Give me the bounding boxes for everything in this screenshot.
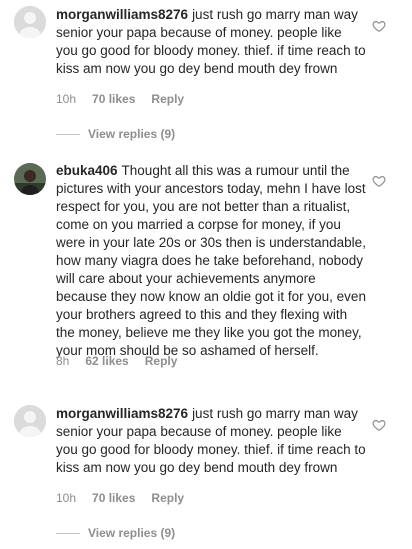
heart-outline-icon[interactable]	[372, 19, 386, 33]
reply-button[interactable]: Reply	[151, 92, 184, 106]
view-replies-label: View replies (9)	[88, 526, 176, 540]
reply-button[interactable]: Reply	[151, 491, 184, 505]
comment-body: Thought all this was a rumour until the …	[56, 163, 366, 358]
view-replies-button[interactable]: View replies (9)	[56, 526, 175, 540]
comment-meta: 8h 62 likes Reply	[56, 354, 177, 368]
avatar[interactable]	[14, 6, 46, 38]
comment-text: ebuka406 Thought all this was a rumour un…	[56, 162, 366, 360]
view-replies-label: View replies (9)	[88, 127, 176, 141]
heart-outline-icon[interactable]	[372, 418, 386, 432]
person-silhouette-icon	[14, 6, 46, 38]
divider	[56, 532, 80, 534]
view-replies-button[interactable]: View replies (9)	[56, 127, 175, 141]
comment-username[interactable]: morganwilliams8276	[56, 7, 188, 22]
comment-time: 10h	[56, 92, 77, 106]
heart-outline-icon[interactable]	[372, 174, 386, 188]
comment-time: 8h	[56, 354, 70, 368]
avatar[interactable]	[14, 163, 46, 195]
divider	[56, 133, 80, 135]
reply-button[interactable]: Reply	[145, 354, 178, 368]
profile-photo	[14, 163, 46, 195]
comment-likes[interactable]: 70 likes	[92, 92, 135, 106]
avatar[interactable]	[14, 405, 46, 437]
comment-time: 10h	[56, 491, 77, 505]
comment-text: morganwilliams8276 just rush go marry man…	[56, 6, 366, 78]
comment-likes[interactable]: 62 likes	[85, 354, 128, 368]
comment-meta: 10h 70 likes Reply	[56, 491, 184, 505]
comment-meta: 10h 70 likes Reply	[56, 92, 184, 106]
comment-likes[interactable]: 70 likes	[92, 491, 135, 505]
comment-username[interactable]: morganwilliams8276	[56, 406, 188, 421]
comment-text: morganwilliams8276 just rush go marry man…	[56, 405, 366, 477]
comment-username[interactable]: ebuka406	[56, 163, 118, 178]
person-silhouette-icon	[14, 405, 46, 437]
